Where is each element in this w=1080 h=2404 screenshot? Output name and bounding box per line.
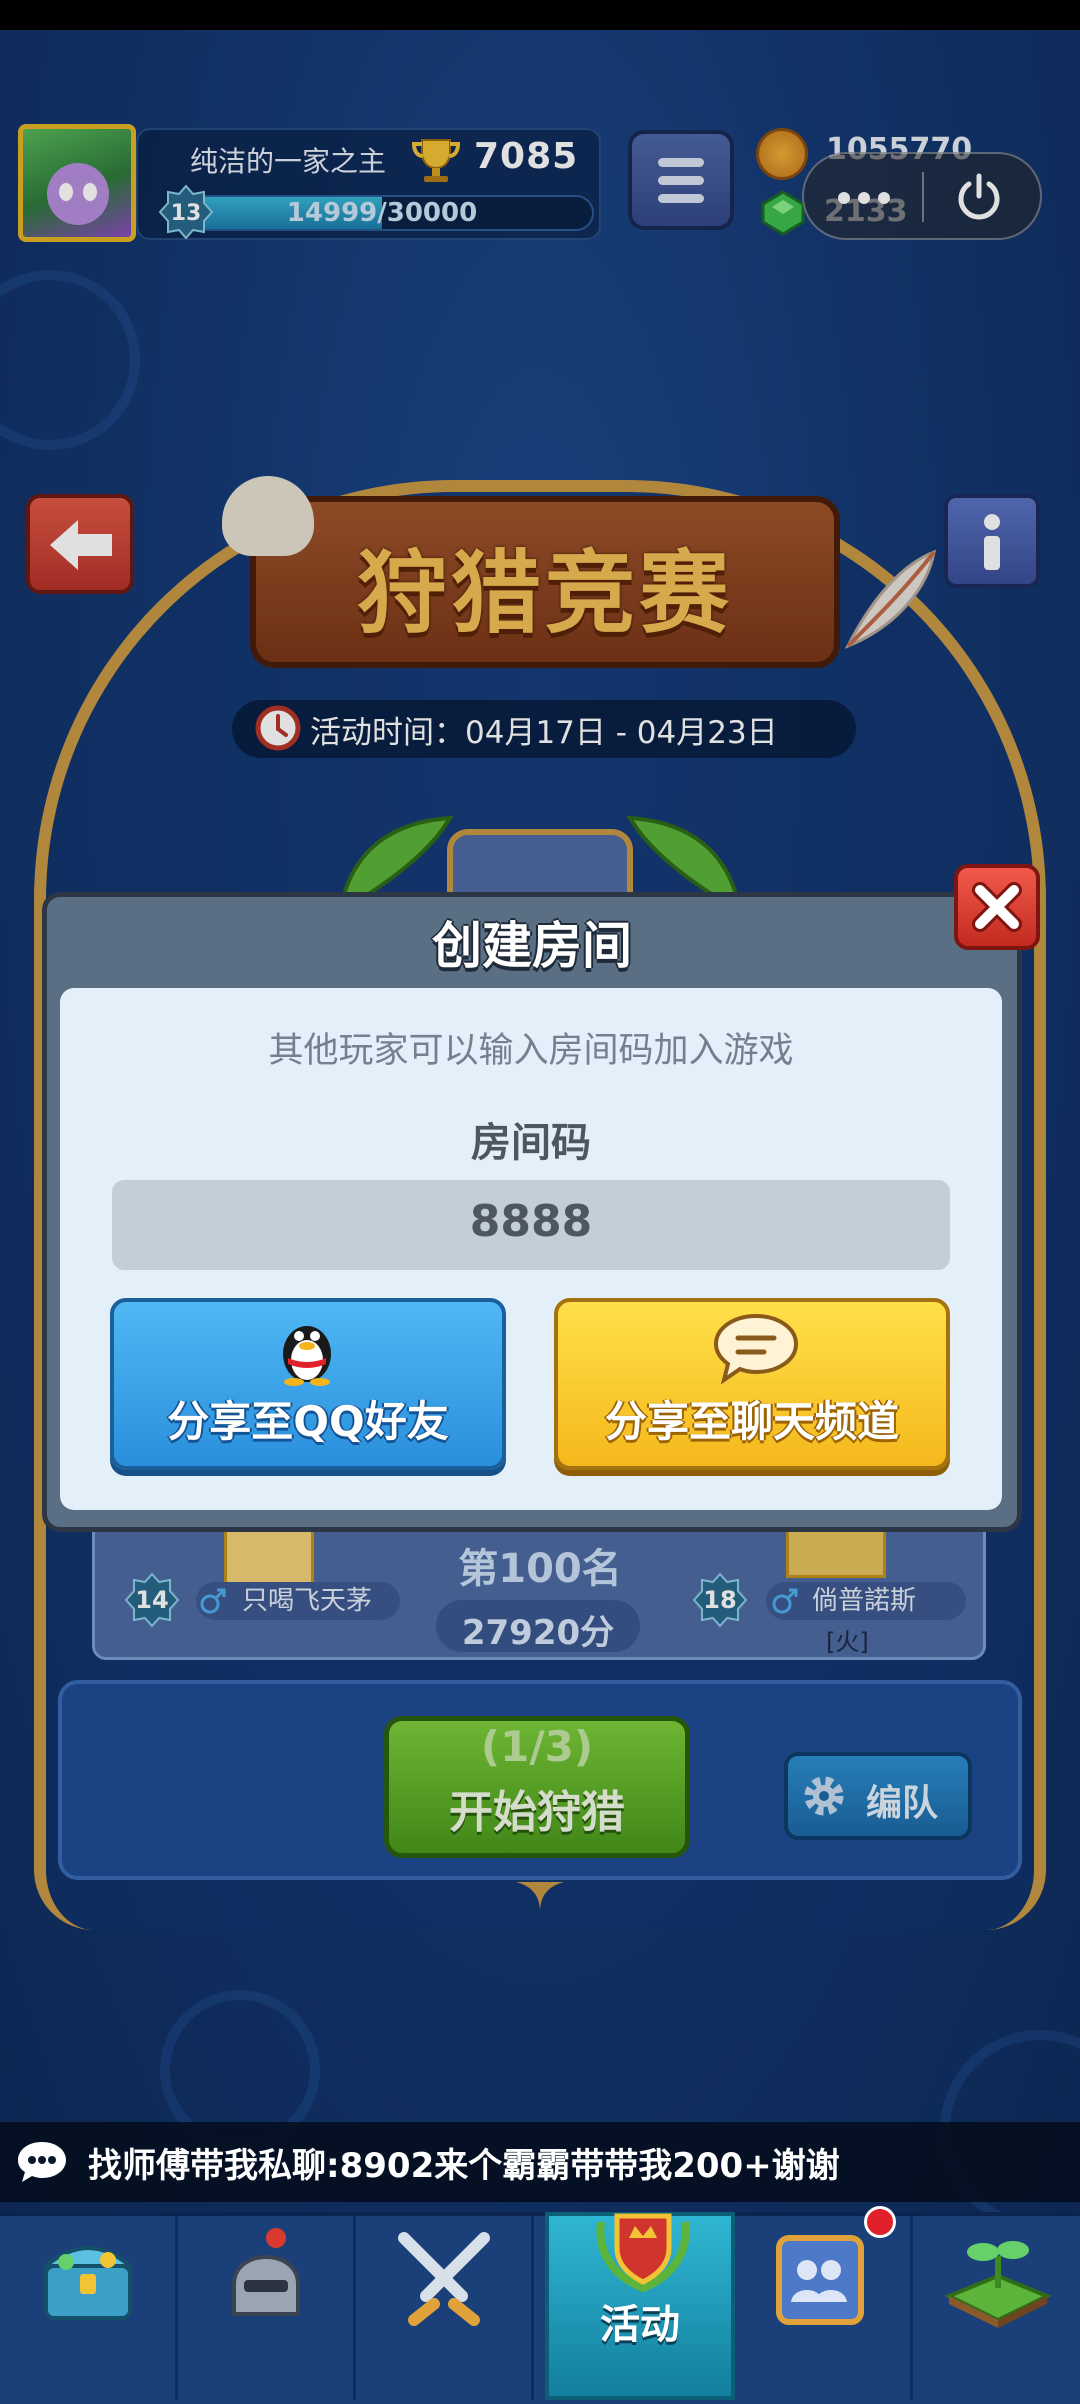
- friends-card-icon: [776, 2235, 864, 2325]
- dialog-title: 创建房间: [432, 917, 632, 975]
- close-button[interactable]: [954, 864, 1040, 950]
- nav-item-garden[interactable]: [913, 2216, 1080, 2400]
- nav-item-friends[interactable]: [735, 2216, 913, 2400]
- crossed-swords-icon: [398, 2232, 490, 2326]
- grass-sprout-icon: [944, 2241, 1052, 2328]
- treasure-chest-icon: [40, 2246, 136, 2320]
- nav-item-treasure[interactable]: [0, 2216, 178, 2400]
- qq-penguin-icon: [283, 1326, 331, 1386]
- status-strip: [0, 0, 1080, 30]
- close-icon: [972, 882, 1022, 932]
- chat-bubble-icon: [713, 1313, 799, 1385]
- share-qq-label: 分享至QQ好友: [167, 1397, 449, 1446]
- room-code-value: 8888: [469, 1196, 593, 1247]
- chat-icon: [18, 2142, 66, 2182]
- dialog-hint: 其他玩家可以输入房间码加入游戏: [268, 1031, 794, 1071]
- event-crest-icon: [596, 2213, 690, 2292]
- chat-ticker-message: 找师傅带我私聊:8902来个霸霸带带我200+谢谢: [88, 2146, 840, 2186]
- nav-item-heroes[interactable]: [178, 2216, 356, 2400]
- nav-item-events-label: 活动: [600, 2302, 680, 2348]
- nav-item-battle[interactable]: [356, 2216, 534, 2400]
- share-chat-label: 分享至聊天频道: [604, 1397, 899, 1446]
- knight-helmet-icon: [232, 2228, 300, 2316]
- room-code-label: 房间码: [471, 1120, 591, 1166]
- notification-dot: [864, 2206, 896, 2238]
